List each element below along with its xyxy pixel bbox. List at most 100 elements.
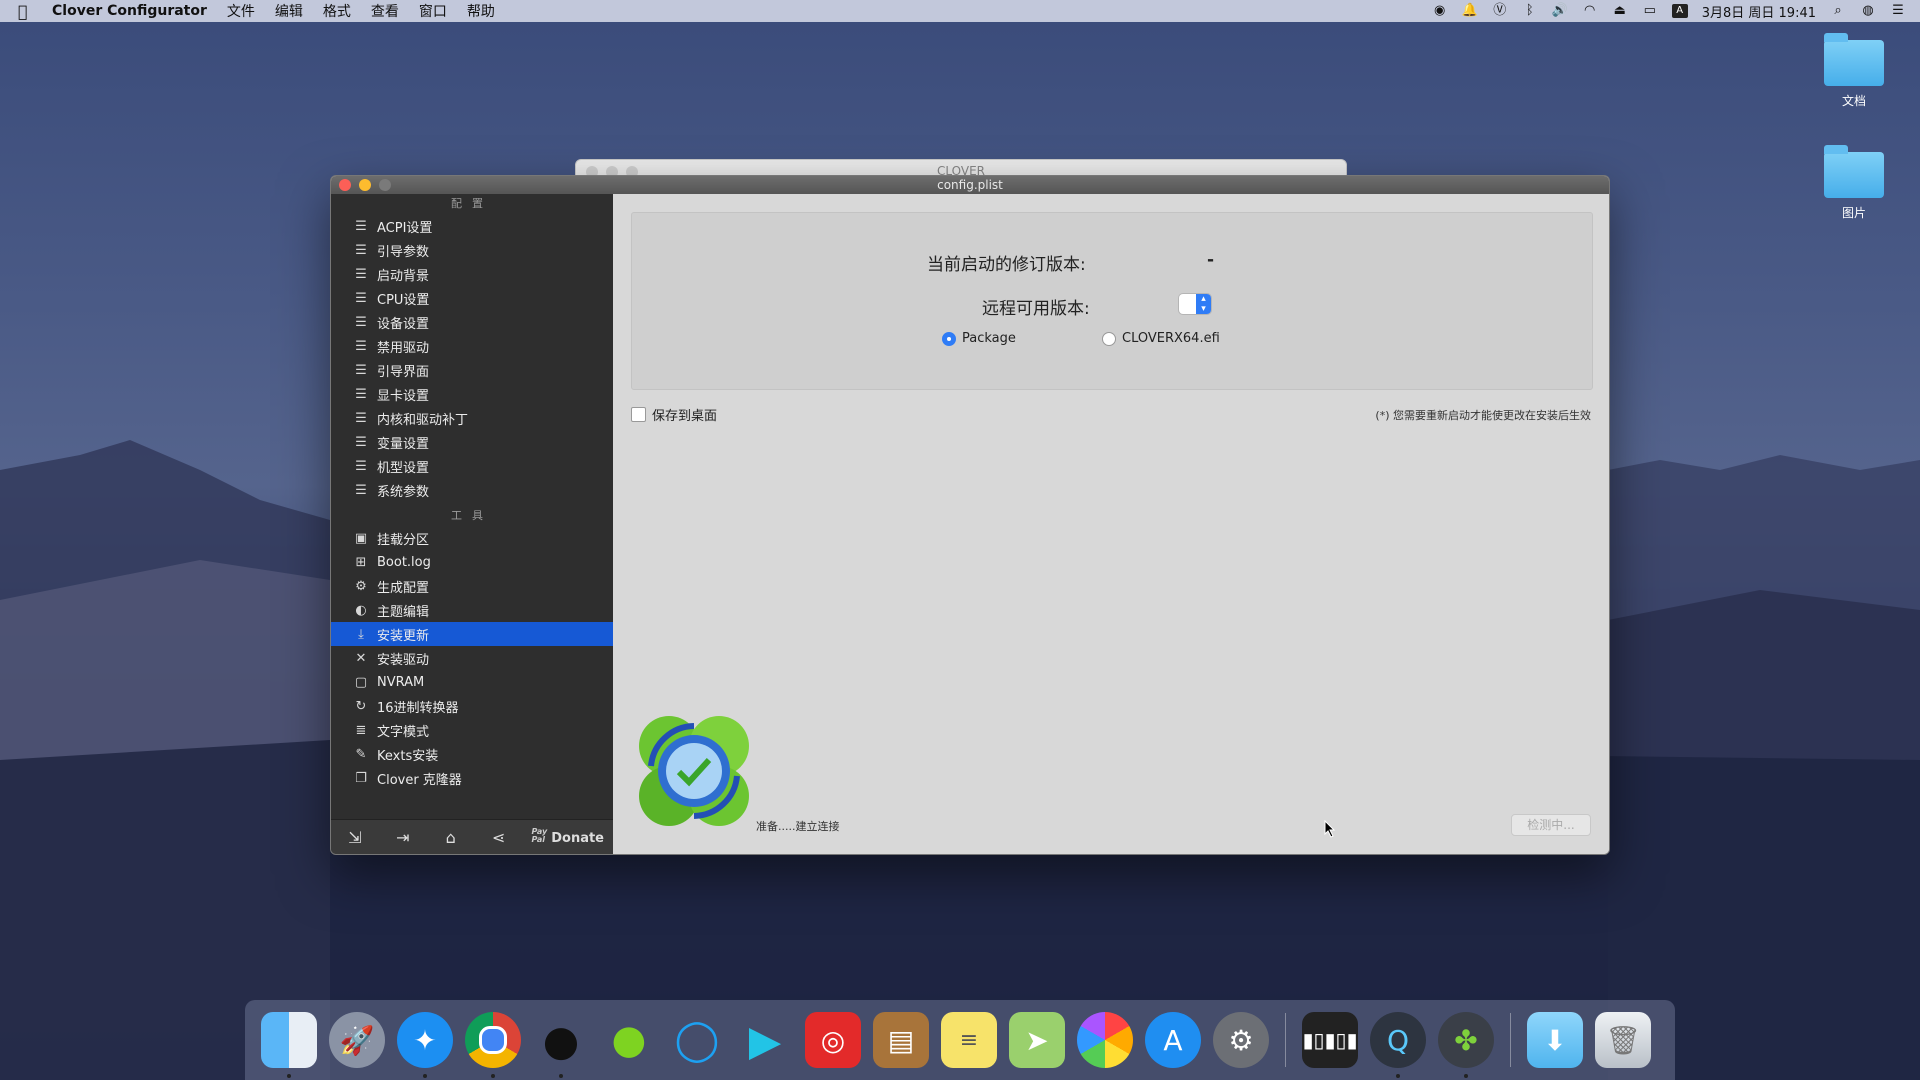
siri-icon[interactable]: ◍: [1860, 4, 1876, 18]
apple-menu-icon[interactable]: : [18, 2, 36, 21]
dock-notes-icon[interactable]: ≡: [941, 1012, 997, 1068]
remote-version-label: 远程可用版本:: [982, 299, 1090, 319]
wifi-icon[interactable]: ◠: [1582, 4, 1598, 18]
desktop-folder-pictures[interactable]: 图片: [1814, 145, 1894, 221]
paypal-bottom: Pal: [531, 835, 546, 844]
sidebar-item-label: 设备设置: [377, 316, 430, 332]
sidebar-item[interactable]: ☰ 禁用驱动: [331, 334, 613, 358]
remote-version-popup[interactable]: ▴ ▾: [1179, 294, 1211, 314]
sidebar-item[interactable]: ☰ 引导参数: [331, 238, 613, 262]
menu-file[interactable]: 文件: [227, 1, 255, 21]
dock-system-preferences-icon[interactable]: ⚙: [1213, 1012, 1269, 1068]
sidebar-item[interactable]: ▢ NVRAM: [331, 670, 613, 694]
dock-player-icon[interactable]: ▶: [737, 1012, 793, 1068]
menu-window[interactable]: 窗口: [419, 1, 447, 21]
sidebar-item[interactable]: ≣ 文字模式: [331, 718, 613, 742]
sidebar-item[interactable]: ☰ 变量设置: [331, 430, 613, 454]
sidebar-item[interactable]: ☰ 系统参数: [331, 478, 613, 502]
sidebar-item[interactable]: ☰ CPU设置: [331, 286, 613, 310]
radio-selected-icon: [942, 331, 956, 346]
notification-center-icon[interactable]: ☰: [1890, 4, 1906, 18]
copy-icon: ❐: [355, 770, 367, 786]
sidebar-item[interactable]: ⊞ Boot.log: [331, 550, 613, 574]
chip-icon: ▢: [354, 674, 368, 690]
sidebar-item-label: Kexts安装: [377, 748, 439, 764]
close-button[interactable]: [339, 179, 351, 191]
eject-icon[interactable]: ⏏: [1612, 4, 1628, 18]
sidebar-item[interactable]: ⤓ 安装更新: [331, 622, 613, 646]
sidebar-item[interactable]: ☰ 启动背景: [331, 262, 613, 286]
sidebar-item-label: 16进制转换器: [377, 700, 459, 716]
radio-package[interactable]: Package: [942, 331, 1016, 346]
sidebar-item[interactable]: ☰ 引导界面: [331, 358, 613, 382]
window-titlebar[interactable]: config.plist: [331, 176, 1609, 194]
sidebar-item-label: CPU设置: [377, 292, 430, 308]
sidebar-item[interactable]: ◐ 主题编辑: [331, 598, 613, 622]
sidebar-item[interactable]: ✕ 安装驱动: [331, 646, 613, 670]
spotlight-search-icon[interactable]: ⌕: [1830, 4, 1846, 18]
menu-clock[interactable]: 3月8日 周日 19:41: [1702, 2, 1816, 21]
battery-icon[interactable]: ▭: [1642, 4, 1658, 18]
radio-cloverx64[interactable]: CLOVERX64.efi: [1102, 331, 1220, 346]
desktop-folder-documents[interactable]: 文档: [1814, 33, 1894, 109]
share-icon[interactable]: ⋖: [484, 828, 514, 847]
donate-label: Donate: [551, 831, 604, 846]
desktop-folder-label: 图片: [1841, 206, 1866, 220]
sidebar-item[interactable]: ☰ 显卡设置: [331, 382, 613, 406]
vpn-icon[interactable]: Ⓥ: [1492, 4, 1508, 18]
dock-netease-music-icon[interactable]: ◎: [805, 1012, 861, 1068]
sidebar-item[interactable]: ↻ 16进制转换器: [331, 694, 613, 718]
input-method-icon[interactable]: A: [1671, 4, 1688, 18]
dock-launchpad-icon[interactable]: 🚀: [329, 1012, 385, 1068]
dock-app-store-icon[interactable]: A: [1145, 1012, 1201, 1068]
dock-clover-icon[interactable]: ✤: [1438, 1012, 1494, 1078]
dock-wechat-icon[interactable]: ●: [601, 1012, 657, 1068]
notification-bell-icon[interactable]: 🔔: [1462, 4, 1478, 18]
sidebar-item[interactable]: ☰ 机型设置: [331, 454, 613, 478]
import-icon[interactable]: ⇲: [340, 828, 370, 847]
menu-edit[interactable]: 编辑: [275, 1, 303, 21]
mouse-cursor-icon: [1324, 820, 1336, 838]
dock-chrome-icon[interactable]: [465, 1012, 521, 1078]
dock-qq-icon[interactable]: ●: [533, 1012, 589, 1078]
list-icon: ☰: [355, 218, 367, 234]
sidebar-item[interactable]: ✎ Kexts安装: [331, 742, 613, 766]
dock-piano-icon[interactable]: ▮▯▮▯▮: [1302, 1012, 1358, 1068]
sidebar-item[interactable]: ▣ 挂载分区: [331, 526, 613, 550]
radio-package-label: Package: [962, 331, 1016, 346]
dock-finder-icon[interactable]: [261, 1012, 317, 1078]
dock-trash-icon[interactable]: 🗑: [1595, 1012, 1651, 1068]
home-icon[interactable]: ⌂: [436, 828, 466, 847]
sidebar-item-label: 系统参数: [377, 484, 430, 500]
menu-app-name[interactable]: Clover Configurator: [52, 3, 207, 19]
volume-icon[interactable]: 🔊: [1552, 4, 1568, 18]
text-icon: ≣: [355, 722, 367, 738]
sidebar-item[interactable]: ☰ ACPI设置: [331, 214, 613, 238]
dock-photos-icon[interactable]: [1077, 1012, 1133, 1068]
menu-help[interactable]: 帮助: [467, 1, 495, 21]
menu-view[interactable]: 查看: [371, 1, 399, 21]
save-to-desktop-checkbox[interactable]: 保存到桌面: [631, 405, 717, 424]
record-icon[interactable]: ◉: [1432, 4, 1448, 18]
zoom-button[interactable]: [379, 179, 391, 191]
dock-quicktime-icon[interactable]: Q: [1370, 1012, 1426, 1078]
export-icon[interactable]: ⇥: [388, 828, 418, 847]
sidebar-item[interactable]: ⚙ 生成配置: [331, 574, 613, 598]
sidebar-item[interactable]: ☰ 设备设置: [331, 310, 613, 334]
sidebar-item[interactable]: ❐ Clover 克隆器: [331, 766, 613, 790]
dock-contacts-icon[interactable]: ▤: [873, 1012, 929, 1068]
dock-downloads-icon[interactable]: ⬇: [1527, 1012, 1583, 1068]
dock-separator: [1510, 1013, 1511, 1067]
donate-button[interactable]: Pay Pal Donate: [531, 828, 605, 847]
sidebar-item[interactable]: ☰ 内核和驱动补丁: [331, 406, 613, 430]
checkbox-box: [631, 407, 646, 422]
dock-maps-icon[interactable]: ➤: [1009, 1012, 1065, 1068]
refresh-icon: ↻: [355, 698, 367, 714]
check-button[interactable]: 检测中...: [1511, 814, 1591, 836]
minimize-button[interactable]: [359, 179, 371, 191]
dock-safari-icon[interactable]: ✦: [397, 1012, 453, 1078]
bluetooth-icon[interactable]: ᛒ: [1522, 4, 1538, 18]
dock-messages-icon[interactable]: ◯: [669, 1012, 725, 1068]
list-icon: ☰: [355, 242, 367, 258]
menu-format[interactable]: 格式: [323, 1, 351, 21]
